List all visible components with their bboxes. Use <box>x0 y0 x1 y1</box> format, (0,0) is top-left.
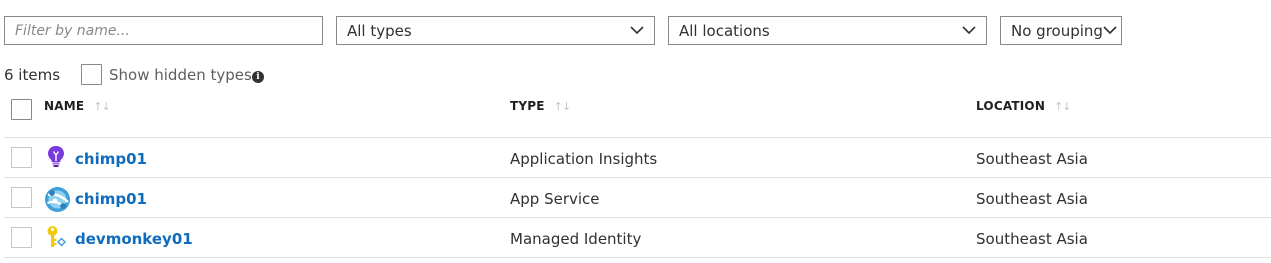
resource-location: Southeast Asia <box>976 150 1088 168</box>
divider <box>4 177 1271 178</box>
divider <box>4 217 1271 218</box>
location-select-value: All locations <box>679 21 770 40</box>
application-insights-icon <box>45 145 67 167</box>
filter-by-name-input[interactable] <box>4 16 323 45</box>
show-hidden-types-label: Show hidden types <box>109 66 252 84</box>
divider <box>4 137 1271 138</box>
select-all-checkbox[interactable] <box>11 99 32 120</box>
resource-type: Managed Identity <box>510 230 642 248</box>
column-header-type-label: TYPE <box>510 99 545 113</box>
item-count: 6 items <box>4 66 61 84</box>
location-select[interactable]: All locations <box>668 16 987 45</box>
type-select-value: All types <box>347 21 412 40</box>
sort-icon: ↑↓ <box>93 99 110 113</box>
column-header-location[interactable]: LOCATION ↑↓ <box>976 99 1072 113</box>
grouping-select[interactable]: No grouping <box>1000 16 1122 45</box>
chevron-down-icon <box>1103 24 1117 38</box>
sort-icon: ↑↓ <box>1054 99 1071 113</box>
chevron-down-icon <box>630 24 644 38</box>
resource-link[interactable]: devmonkey01 <box>75 230 193 248</box>
resource-link[interactable]: chimp01 <box>75 150 147 168</box>
column-header-name[interactable]: NAME ↑↓ <box>44 99 111 113</box>
info-icon[interactable]: i <box>252 71 264 83</box>
resource-type: App Service <box>510 190 600 208</box>
column-header-type[interactable]: TYPE ↑↓ <box>510 99 571 113</box>
column-header-name-label: NAME <box>44 99 85 113</box>
resource-location: Southeast Asia <box>976 230 1088 248</box>
type-select[interactable]: All types <box>336 16 655 45</box>
managed-identity-icon <box>45 225 69 249</box>
column-header-location-label: LOCATION <box>976 99 1046 113</box>
row-checkbox[interactable] <box>11 147 32 168</box>
grouping-select-value: No grouping <box>1011 21 1103 40</box>
divider <box>4 257 1271 258</box>
row-checkbox[interactable] <box>11 187 32 208</box>
chevron-down-icon <box>962 24 976 38</box>
sort-icon: ↑↓ <box>553 99 571 113</box>
resource-type: Application Insights <box>510 150 658 168</box>
resource-link[interactable]: chimp01 <box>75 190 147 208</box>
resource-location: Southeast Asia <box>976 190 1088 208</box>
row-checkbox[interactable] <box>11 227 32 248</box>
show-hidden-types-checkbox[interactable] <box>81 64 102 85</box>
app-service-icon <box>44 186 71 213</box>
